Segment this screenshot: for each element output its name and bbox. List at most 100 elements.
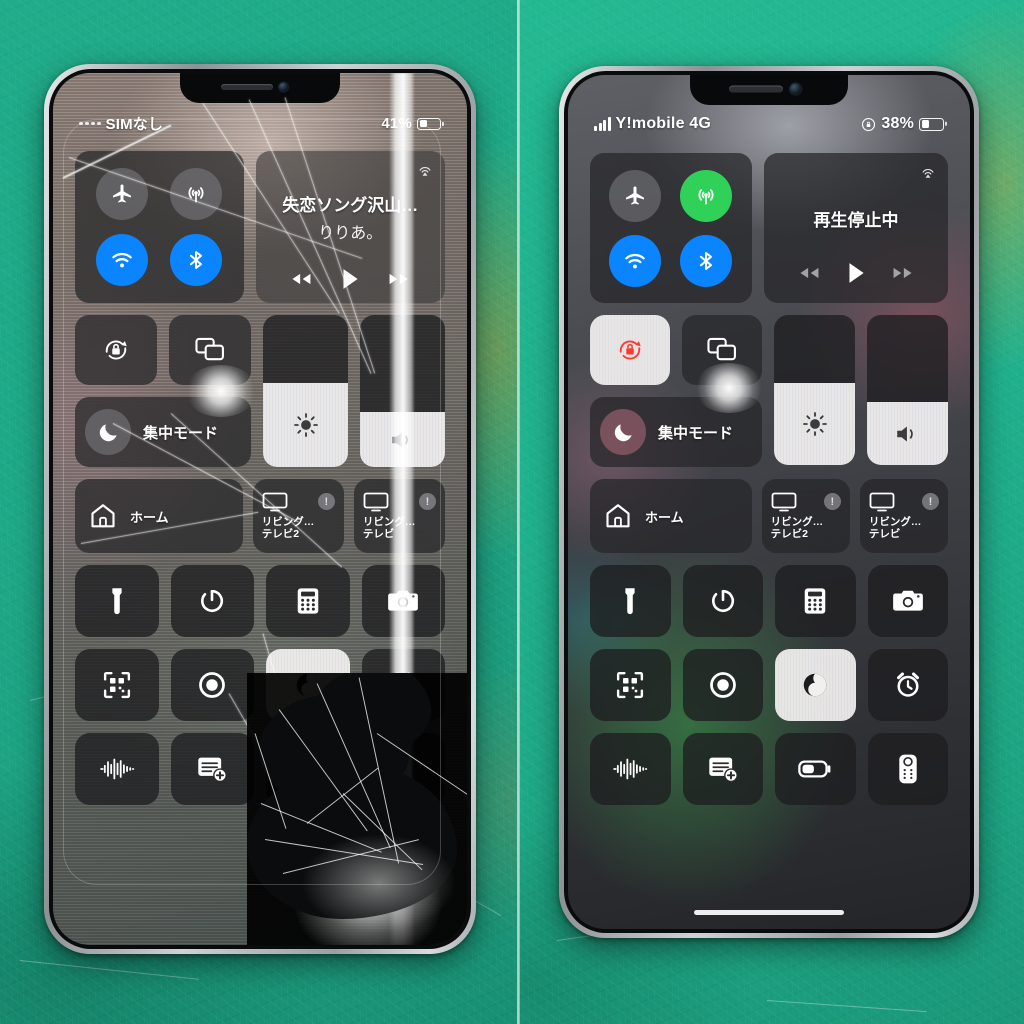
alarm-clock-button[interactable] [867,649,948,721]
timer-button[interactable] [682,565,763,637]
media-controls[interactable] [264,267,437,291]
tv-icon [869,492,895,512]
status-bar: SIMなし 41% [53,113,467,134]
play-icon[interactable] [340,267,360,291]
bluetooth-toggle[interactable] [680,234,733,287]
airplay-icon[interactable] [919,162,937,180]
accessory-status-badge: ! [823,493,841,511]
connectivity-module[interactable] [75,151,244,303]
airplane-mode-toggle[interactable] [609,169,662,222]
iphone-after[interactable]: Y!mobile 4G 38% 再生停止中 集中モード ホーム ! リビング… … [559,66,979,938]
notes-button[interactable] [682,733,763,805]
low-power-mode-icon [290,760,324,778]
now-playing-module[interactable]: 再生停止中 [763,153,948,303]
wifi-toggle[interactable] [96,234,149,286]
home-accessory-1[interactable]: ! リビング… テレビ2 [252,479,344,553]
home-module[interactable]: ホーム [75,479,243,553]
low-power-mode-button[interactable] [775,733,856,805]
airplane-mode-toggle[interactable] [96,168,149,220]
voice-memo-icon [99,758,134,780]
screen-before[interactable]: SIMなし 41% 失恋ソング沢山… りりあ。 集中モード ホーム ! リビング… [53,73,467,945]
focus-toggle[interactable] [600,409,646,455]
focus-module[interactable]: 集中モード [75,397,251,467]
cc-shortcut-grid[interactable] [590,565,948,805]
rotation-lock-toggle[interactable] [590,315,670,385]
home-indicator[interactable] [694,910,844,915]
cc-shortcut-grid[interactable] [75,565,445,805]
screen-record-icon [199,672,226,698]
home-module[interactable]: ホーム [590,479,752,553]
home-accessory-2[interactable]: ! リビング… テレビ [859,479,948,553]
volume-slider[interactable] [867,315,948,465]
rewind-icon[interactable] [289,270,313,288]
accessory-label-line1: リビング… [868,515,922,528]
wifi-toggle[interactable] [609,234,662,287]
home-accessory-2[interactable]: ! リビング… テレビ [353,479,445,553]
rotation-lock-icon [619,340,641,360]
timer-button[interactable] [170,565,254,637]
notes-icon [198,757,228,783]
apple-tv-remote-button[interactable] [867,733,948,805]
accessory-label-line2: テレビ [868,527,901,540]
flashlight-button[interactable] [590,565,671,637]
cellular-data-toggle[interactable] [170,168,223,220]
camera-button[interactable] [867,565,948,637]
media-controls[interactable] [772,261,940,285]
qr-scanner-button[interactable] [590,649,671,721]
camera-button[interactable] [361,565,445,637]
screen-mirroring-icon [707,337,736,361]
low-power-mode-button[interactable] [266,733,350,805]
home-accessory-1[interactable]: ! リビング… テレビ2 [761,479,850,553]
calculator-icon [804,588,826,614]
cc-modules[interactable]: 失恋ソング沢山… りりあ。 集中モード ホーム ! リビング… テレビ2 ! リ… [53,151,467,805]
airplay-icon[interactable] [416,160,434,178]
bluetooth-icon [190,251,203,269]
cc-row-toggles: 集中モード [590,315,948,467]
iphone-before[interactable]: SIMなし 41% 失恋ソング沢山… りりあ。 集中モード ホーム ! リビング… [44,64,476,954]
screen-record-button[interactable] [170,649,254,721]
connectivity-module[interactable] [590,153,752,303]
notes-button[interactable] [170,733,254,805]
wifi-icon [625,253,646,268]
calculator-button[interactable] [775,565,856,637]
screen-record-button[interactable] [682,649,763,721]
brightness-slider[interactable] [774,315,855,465]
voice-memo-button[interactable] [75,733,159,805]
brightness-slider[interactable] [263,315,348,467]
accessory-label-line1: リビング… [362,515,416,528]
cc-modules[interactable]: 再生停止中 集中モード ホーム ! リビング… テレビ2 ! リビング… テレビ [568,153,970,805]
dark-mode-button[interactable] [775,649,856,721]
timer-icon [711,589,734,613]
screen-after[interactable]: Y!mobile 4G 38% 再生停止中 集中モード ホーム ! リビング… … [568,75,970,929]
earpiece-speaker-icon [729,85,784,93]
volume-slider[interactable] [360,315,445,467]
rewind-icon[interactable] [797,264,821,282]
camera-icon [892,590,923,611]
bluetooth-toggle[interactable] [170,234,223,286]
apple-tv-remote-button[interactable] [361,733,445,805]
photo-pair: SIMなし 41% 失恋ソング沢山… りりあ。 集中モード ホーム ! リビング… [0,0,1024,1024]
now-playing-module[interactable]: 失恋ソング沢山… りりあ。 [255,151,445,303]
screen-mirroring-toggle[interactable] [682,315,762,385]
camera-icon [388,590,419,611]
voice-memo-button[interactable] [590,733,671,805]
rotation-lock-toggle[interactable] [75,315,157,385]
alarm-clock-button[interactable] [361,649,445,721]
forward-icon[interactable] [891,264,915,282]
play-icon[interactable] [846,261,866,285]
dark-mode-button[interactable] [266,649,350,721]
control-center[interactable]: SIMなし 41% 失恋ソング沢山… りりあ。 集中モード ホーム ! リビング… [53,73,467,945]
screen-mirroring-toggle[interactable] [169,315,251,385]
focus-toggle[interactable] [85,409,131,455]
cellular-data-toggle[interactable] [680,169,733,222]
control-center[interactable]: Y!mobile 4G 38% 再生停止中 集中モード ホーム ! リビング… … [568,75,970,929]
after-photo: Y!mobile 4G 38% 再生停止中 集中モード ホーム ! リビング… … [517,0,1024,1024]
qr-scanner-button[interactable] [75,649,159,721]
apple-tv-remote-icon [899,754,917,784]
battery-percent-label: 41% [381,115,412,132]
forward-icon[interactable] [387,270,411,288]
flashlight-button[interactable] [75,565,159,637]
front-camera-icon [789,83,801,95]
calculator-button[interactable] [266,565,350,637]
focus-module[interactable]: 集中モード [590,397,762,467]
